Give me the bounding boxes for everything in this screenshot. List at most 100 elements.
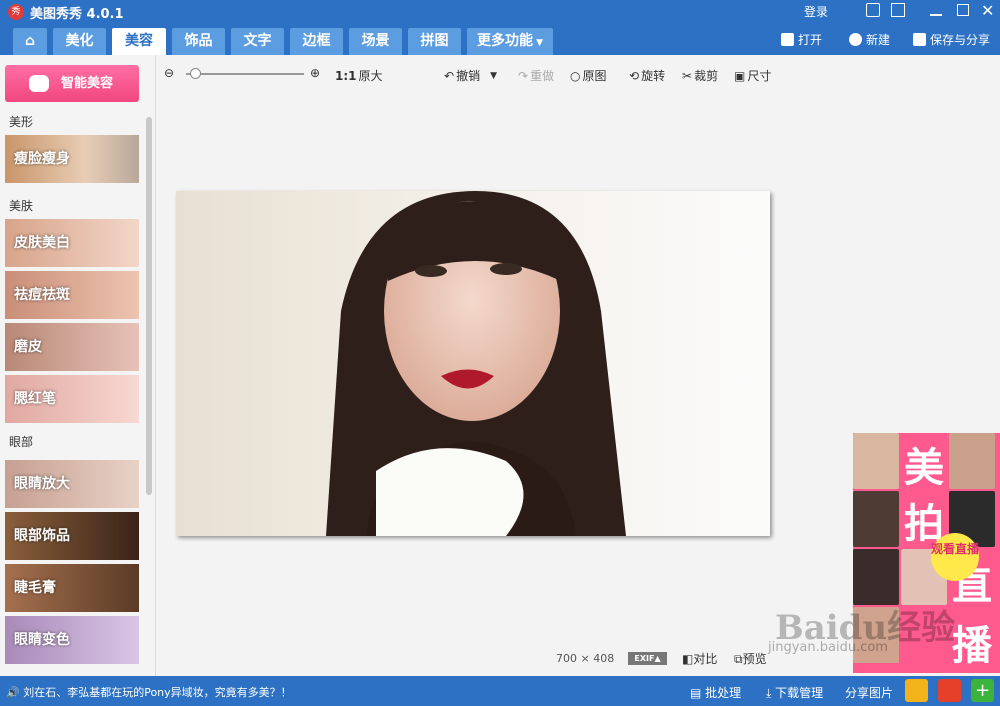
add-icon[interactable]: + [971, 679, 994, 702]
ad-char: 播 [952, 622, 992, 669]
news-ticker[interactable]: 🔊 刘在石、李弘基都在玩的Pony异域妆，究竟有多美？！ [6, 684, 292, 700]
download-manager-button[interactable]: ⤓ 下载管理 [766, 684, 823, 701]
tool-smooth[interactable]: 磨皮 [5, 323, 139, 371]
zoom-ratio: 1:1 [335, 68, 357, 83]
chevron-down-icon[interactable]: ▼ [490, 71, 497, 81]
preview-button[interactable]: ⧉预览 [734, 650, 767, 667]
tab-more-label: 更多功能 [476, 33, 533, 49]
undo-button[interactable]: ↶ 撤销 ▼ [444, 67, 497, 84]
section-eye: 眼部 [9, 435, 34, 449]
maximize-icon[interactable] [957, 4, 969, 16]
plus-icon [849, 33, 862, 46]
save-share-label: 保存与分享 [930, 33, 991, 47]
news-text: 刘在石、李弘基都在玩的Pony异域妆，究竟有多美？！ [23, 686, 292, 699]
tab-scene[interactable]: 场景 [349, 28, 402, 55]
batch-label: 批处理 [705, 686, 742, 700]
close-icon[interactable]: ✕ [981, 1, 994, 20]
tab-accessories[interactable]: 饰品 [172, 28, 225, 55]
image-height: 408 [593, 652, 615, 665]
nav-bar: ⌂ 美化 美容 饰品 文字 边框 场景 拼图 更多功能 ▼ 打开 新建 保存与分… [0, 24, 1000, 55]
original-size-button[interactable]: 1:1 原大 [335, 67, 383, 84]
ad-face [949, 433, 995, 489]
watermark-url: jingyan.baidu.com [768, 640, 888, 655]
smart-beauty-label: 智能美容 [60, 76, 113, 91]
original-button[interactable]: ○ 原图 [570, 67, 607, 84]
portrait-image [176, 191, 770, 536]
redo-icon: ↷ [518, 68, 529, 83]
tab-beautify[interactable]: 美化 [53, 28, 106, 55]
rotate-icon: ⟲ [629, 68, 640, 83]
section-skin: 美肤 [9, 199, 34, 213]
section-shape: 美形 [9, 115, 34, 129]
tab-frame[interactable]: 边框 [290, 28, 343, 55]
original-size-label: 原大 [358, 69, 383, 83]
undo-label: 撤销 [456, 69, 481, 83]
home-tab[interactable]: ⌂ [13, 28, 47, 55]
tool-whiten[interactable]: 皮肤美白 [5, 219, 139, 267]
watch-live-badge[interactable]: 观看直播 [931, 533, 979, 581]
tool-eye-color[interactable]: 眼睛变色 [5, 616, 139, 664]
tab-text[interactable]: 文字 [231, 28, 284, 55]
robot-icon [29, 75, 49, 92]
rotate-label: 旋转 [641, 69, 666, 83]
share-image-button[interactable]: 分享图片 [845, 684, 893, 701]
minimize-icon[interactable] [930, 14, 942, 16]
image-dimensions: 700 × 408 [556, 652, 614, 665]
tool-slim[interactable]: 瘦脸瘦身 [5, 135, 139, 183]
save-share-button[interactable]: 保存与分享 [913, 31, 990, 48]
rotate-button[interactable]: ⟲ 旋转 [629, 67, 665, 84]
app-logo-icon: 秀 [8, 4, 24, 20]
smart-beauty-button[interactable]: 智能美容 [5, 65, 139, 102]
title-bar: 秀 美图秀秀 4.0.1 登录 ✕ [0, 0, 1000, 24]
tool-eye-enlarge[interactable]: 眼睛放大 [5, 460, 139, 508]
app-title: 美图秀秀 4.0.1 [30, 7, 124, 22]
crop-label: 裁剪 [694, 69, 719, 83]
circle-icon: ○ [570, 68, 581, 83]
status-bar: 🔊 刘在石、李弘基都在玩的Pony异域妆，究竟有多美？！ ▤ 批处理 ⤓ 下载管… [0, 676, 1000, 706]
new-button[interactable]: 新建 [849, 31, 890, 48]
ad-face [853, 549, 899, 605]
compare-button[interactable]: ◧对比 [682, 650, 717, 667]
tool-eye-accessory[interactable]: 眼部饰品 [5, 512, 139, 560]
dimension-separator: × [580, 652, 590, 665]
folder-icon [781, 33, 794, 46]
redo-label: 重做 [530, 69, 555, 83]
ad-face [853, 433, 899, 489]
sidebar-scrollbar[interactable] [146, 117, 152, 495]
image-width: 700 [556, 652, 577, 665]
weibo-icon[interactable] [938, 679, 961, 702]
download-label: 下载管理 [775, 686, 824, 700]
menu-icon[interactable] [891, 3, 905, 17]
batch-button[interactable]: ▤ 批处理 [690, 684, 741, 701]
crop-button[interactable]: ✂ 裁剪 [682, 67, 718, 84]
compare-label: 对比 [693, 652, 718, 666]
tool-blush[interactable]: 腮红笔 [5, 375, 139, 423]
zoom-out-icon[interactable]: ⊖ [164, 66, 174, 80]
new-label: 新建 [866, 33, 891, 47]
exif-button[interactable]: EXIF▲ [628, 652, 667, 665]
resize-icon: ▣ [734, 68, 746, 83]
save-icon [913, 33, 926, 46]
resize-button[interactable]: ▣ 尺寸 [734, 67, 771, 84]
zoom-in-icon[interactable]: ⊕ [310, 66, 320, 80]
open-button[interactable]: 打开 [781, 31, 822, 48]
star-icon[interactable] [905, 679, 928, 702]
ad-face [853, 491, 899, 547]
resize-label: 尺寸 [747, 69, 772, 83]
ad-char: 美 [904, 444, 944, 491]
tool-acne[interactable]: 祛痘祛斑 [5, 271, 139, 319]
edit-photo[interactable] [176, 191, 770, 536]
zoom-slider-knob[interactable] [190, 68, 201, 79]
undo-icon: ↶ [444, 68, 455, 83]
tab-beauty[interactable]: 美容 [112, 28, 166, 55]
batch-icon: ▤ [690, 686, 706, 700]
tab-collage[interactable]: 拼图 [408, 28, 461, 55]
login-link[interactable]: 登录 [804, 3, 828, 20]
compare-icon: ◧ [682, 652, 694, 666]
home-icon: ⌂ [24, 33, 36, 49]
zoom-slider[interactable] [186, 73, 304, 75]
redo-button[interactable]: ↷ 重做 [518, 67, 554, 84]
message-icon[interactable] [866, 3, 880, 17]
tool-mascara[interactable]: 睫毛膏 [5, 564, 139, 612]
tab-more[interactable]: 更多功能 ▼ [467, 28, 553, 55]
